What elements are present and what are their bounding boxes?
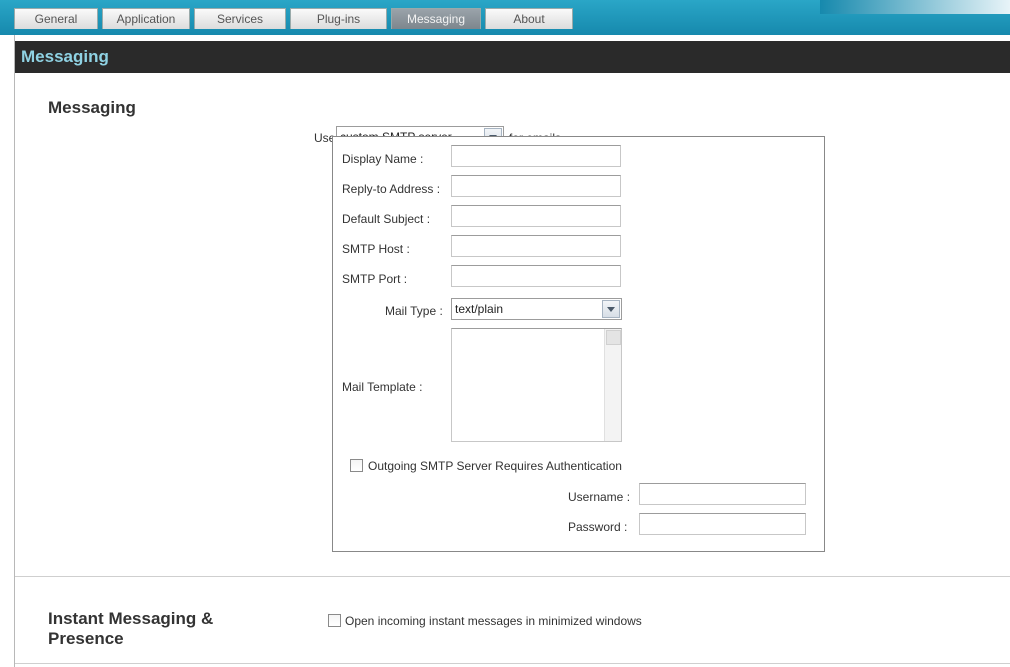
tab-application[interactable]: Application — [102, 8, 190, 29]
auth-required-label: Outgoing SMTP Server Requires Authentica… — [368, 459, 622, 473]
im-section-title-line1: Instant Messaging & — [48, 609, 214, 628]
section-divider-bottom — [15, 663, 1010, 664]
im-section-title-line2: Presence — [48, 629, 124, 648]
tab-bar-gradient — [820, 0, 1010, 14]
auth-required-checkbox[interactable] — [350, 459, 363, 472]
mail-type-label: Mail Type : — [385, 304, 443, 318]
im-section-title: Instant Messaging & Presence — [48, 609, 213, 649]
reply-to-field[interactable] — [451, 175, 621, 197]
smtp-host-field[interactable] — [451, 235, 621, 257]
messaging-section-title: Messaging — [48, 98, 136, 117]
display-name-field[interactable] — [451, 145, 621, 167]
tab-messaging[interactable]: Messaging — [391, 8, 481, 29]
display-name-label: Display Name : — [342, 152, 424, 166]
mail-template-label: Mail Template : — [342, 380, 423, 394]
mail-template-textarea[interactable] — [451, 328, 622, 442]
username-field[interactable] — [639, 483, 806, 505]
smtp-port-field[interactable] — [451, 265, 621, 287]
tab-list: General Application Services Plug-ins Me… — [14, 8, 577, 29]
tab-bar: General Application Services Plug-ins Me… — [0, 0, 1010, 35]
username-label: Username : — [568, 490, 631, 504]
smtp-port-label: SMTP Port : — [342, 272, 408, 286]
password-field[interactable] — [639, 513, 806, 535]
scrollbar[interactable] — [604, 329, 621, 441]
tab-general[interactable]: General — [14, 8, 98, 29]
tab-services[interactable]: Services — [194, 8, 286, 29]
reply-to-label: Reply-to Address : — [342, 182, 441, 196]
chevron-down-icon[interactable] — [602, 300, 620, 318]
minimized-windows-label: Open incoming instant messages in minimi… — [345, 614, 642, 628]
mail-type-select-value: text/plain — [455, 302, 504, 316]
section-divider — [15, 576, 1010, 577]
minimized-windows-checkbox[interactable] — [328, 614, 341, 627]
tab-plugins[interactable]: Plug-ins — [290, 8, 387, 29]
default-subject-label: Default Subject : — [342, 212, 431, 226]
password-label: Password : — [568, 520, 628, 534]
smtp-host-label: SMTP Host : — [342, 242, 410, 256]
tab-about[interactable]: About — [485, 8, 573, 29]
smtp-settings-panel: Display Name : Reply-to Address : Defaul… — [332, 136, 825, 552]
settings-content: Messaging Messaging Use custom SMTP serv… — [14, 35, 1010, 667]
page-header: Messaging — [15, 41, 1010, 73]
default-subject-field[interactable] — [451, 205, 621, 227]
mail-type-select[interactable]: text/plain — [451, 298, 622, 320]
